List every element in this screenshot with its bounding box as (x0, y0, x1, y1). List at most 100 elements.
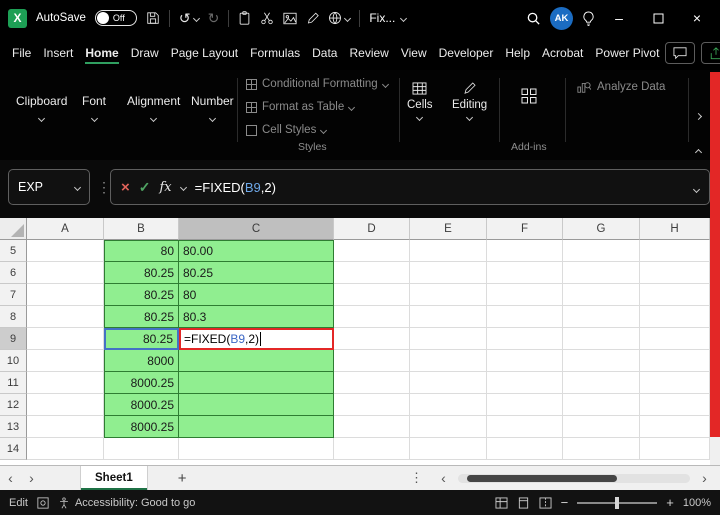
zoom-slider[interactable] (577, 502, 657, 504)
ribbon-group-alignment[interactable]: Alignment (127, 94, 180, 121)
menu-item-developer[interactable]: Developer (433, 38, 500, 68)
scroll-left-arrow[interactable]: ‹ (433, 471, 454, 485)
cell-c6[interactable]: 80.25 (179, 262, 334, 284)
row-header-13[interactable]: 13 (0, 416, 27, 438)
ribbon-group-editing[interactable]: Editing (452, 82, 487, 120)
vertical-scrollbar[interactable] (710, 72, 720, 437)
cell[interactable] (334, 262, 410, 284)
draw-pen-button[interactable] (306, 12, 319, 25)
cell-b7[interactable]: 80.25 (104, 284, 179, 306)
menu-item-help[interactable]: Help (499, 38, 536, 68)
macro-record-icon[interactable] (37, 497, 49, 509)
cell-b11[interactable]: 8000.25 (104, 372, 179, 394)
cell-b12[interactable]: 8000.25 (104, 394, 179, 416)
cell-c5[interactable]: 80.00 (179, 240, 334, 262)
cell[interactable] (104, 438, 179, 460)
minimize-button[interactable]: – (604, 4, 634, 32)
cell[interactable] (563, 372, 640, 394)
cell[interactable] (410, 306, 487, 328)
cell[interactable] (410, 438, 487, 460)
menu-item-home[interactable]: Home (79, 38, 124, 68)
cell[interactable] (334, 394, 410, 416)
cell[interactable] (640, 306, 710, 328)
ribbon-scroll-right-button[interactable] (696, 106, 701, 124)
menu-item-insert[interactable]: Insert (37, 38, 79, 68)
cell[interactable] (27, 416, 104, 438)
close-button[interactable]: × (682, 4, 712, 32)
menu-item-formulas[interactable]: Formulas (244, 38, 306, 68)
cell[interactable] (487, 262, 563, 284)
analyze-data-button[interactable]: Analyze Data (577, 80, 665, 94)
cell[interactable] (410, 416, 487, 438)
menu-item-page-layout[interactable]: Page Layout (165, 38, 244, 68)
cell-b8[interactable]: 80.25 (104, 306, 179, 328)
name-box[interactable]: EXP (8, 169, 90, 205)
row-header-9[interactable]: 9 (0, 328, 27, 350)
cell[interactable] (27, 350, 104, 372)
sheet-nav-right-button[interactable]: › (21, 471, 42, 485)
web-options-button[interactable] (328, 11, 350, 25)
cell[interactable] (563, 350, 640, 372)
row-header-8[interactable]: 8 (0, 306, 27, 328)
cell-c11[interactable] (179, 372, 334, 394)
cell[interactable] (410, 394, 487, 416)
ribbon-group-font[interactable]: Font (82, 94, 106, 121)
format-as-table-button[interactable]: Format as Table (246, 101, 354, 113)
cell-styles-button[interactable]: Cell Styles (246, 124, 326, 136)
zoom-slider-thumb[interactable] (615, 497, 619, 509)
column-header-h[interactable]: H (640, 218, 710, 240)
enter-button[interactable]: ✓ (139, 179, 151, 196)
column-header-d[interactable]: D (334, 218, 410, 240)
cell[interactable] (563, 284, 640, 306)
cell[interactable] (334, 328, 410, 350)
cell-b6[interactable]: 80.25 (104, 262, 179, 284)
row-header-10[interactable]: 10 (0, 350, 27, 372)
cell[interactable] (27, 394, 104, 416)
accessibility-status[interactable]: Accessibility: Good to go (58, 497, 195, 509)
cell[interactable] (334, 372, 410, 394)
row-header-7[interactable]: 7 (0, 284, 27, 306)
search-button[interactable] (526, 11, 541, 26)
row-header-6[interactable]: 6 (0, 262, 27, 284)
cell[interactable] (27, 284, 104, 306)
cell[interactable] (640, 372, 710, 394)
select-all-corner[interactable] (0, 218, 27, 240)
name-box-resize-handle-icon[interactable]: ⋮ (97, 179, 111, 196)
cell[interactable] (563, 394, 640, 416)
cell[interactable] (563, 416, 640, 438)
cell-c9-editing[interactable]: =FIXED(B9,2) (179, 328, 334, 350)
column-header-g[interactable]: G (563, 218, 640, 240)
cell[interactable] (563, 306, 640, 328)
cell[interactable] (334, 284, 410, 306)
row-header-5[interactable]: 5 (0, 240, 27, 262)
cell-c12[interactable] (179, 394, 334, 416)
cell[interactable] (640, 328, 710, 350)
undo-button[interactable]: ↺ (179, 11, 199, 25)
ideas-button[interactable] (582, 11, 595, 26)
add-sheet-button[interactable]: + (178, 471, 187, 486)
menu-item-review[interactable]: Review (343, 38, 394, 68)
row-header-11[interactable]: 11 (0, 372, 27, 394)
menu-item-view[interactable]: View (395, 38, 433, 68)
cell[interactable] (487, 306, 563, 328)
comments-button[interactable] (665, 42, 695, 64)
cell[interactable] (563, 328, 640, 350)
insert-function-button[interactable]: fx (160, 180, 172, 195)
page-break-view-button[interactable] (539, 497, 552, 509)
cell[interactable] (27, 372, 104, 394)
menu-item-file[interactable]: File (6, 38, 37, 68)
cell[interactable] (640, 240, 710, 262)
menu-item-power-pivot[interactable]: Power Pivot (589, 38, 665, 68)
cell[interactable] (563, 240, 640, 262)
cell[interactable] (640, 350, 710, 372)
cell[interactable] (487, 372, 563, 394)
redo-button[interactable]: ↻ (208, 11, 220, 25)
cell[interactable] (563, 262, 640, 284)
menu-item-data[interactable]: Data (306, 38, 343, 68)
expand-formula-bar-button[interactable] (694, 180, 699, 195)
insert-picture-button[interactable] (283, 12, 297, 25)
maximize-button[interactable] (643, 4, 673, 32)
cell[interactable] (27, 240, 104, 262)
cell[interactable] (410, 350, 487, 372)
cell[interactable] (334, 438, 410, 460)
